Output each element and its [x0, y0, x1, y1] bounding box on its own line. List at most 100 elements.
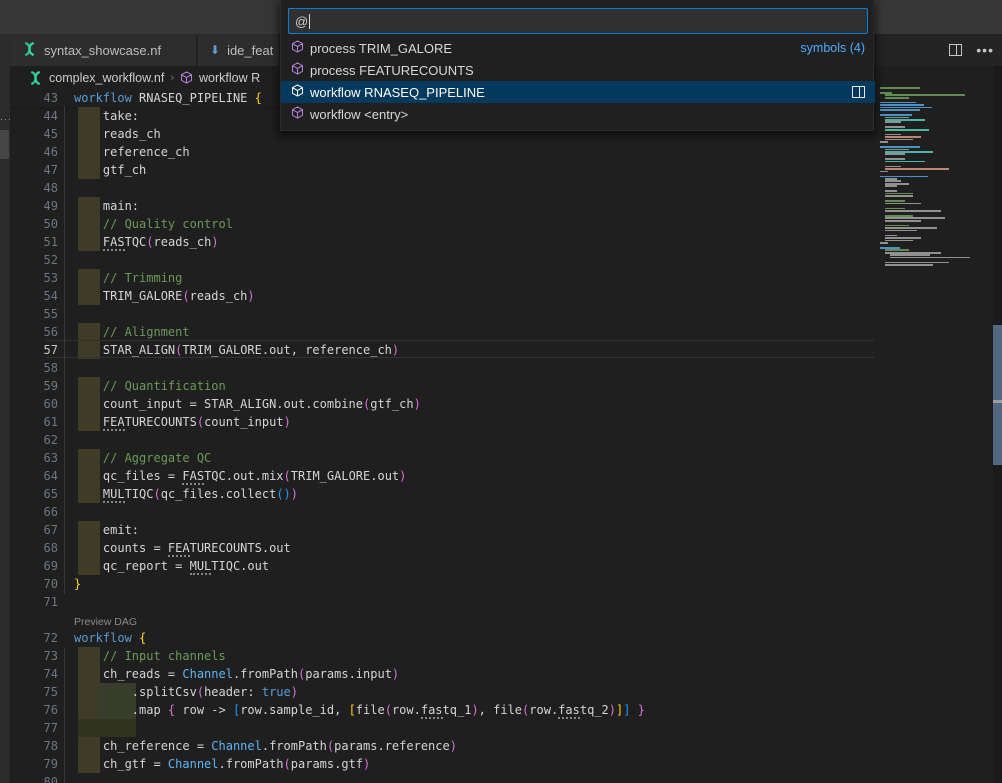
split-editor-icon[interactable]: [949, 44, 962, 56]
minimap-line: [885, 240, 913, 242]
code-line-79[interactable]: 79 ch_gtf = Channel.fromPath(params.gtf): [10, 755, 878, 773]
scrollbar-decoration: [993, 400, 1002, 403]
code-line-56[interactable]: 56 // Alignment: [10, 323, 878, 341]
minimap-line: [880, 171, 888, 173]
minimap-line: [885, 208, 905, 210]
symbol-cube-icon: [291, 106, 304, 122]
tab-ide_feat[interactable]: ⬇ide_feat: [198, 34, 280, 66]
minimap-line: [885, 203, 921, 205]
code-text: qc_report = MULTIQC.out: [74, 557, 269, 575]
code-line-73[interactable]: 73 // Input channels: [10, 647, 878, 665]
minimap-line: [885, 166, 901, 168]
more-actions-icon[interactable]: •••: [976, 42, 994, 58]
code-line-53[interactable]: 53 // Trimming: [10, 269, 878, 287]
minimap-line: [885, 215, 913, 217]
overflow-menu-icon[interactable]: ···: [0, 114, 10, 124]
code-line-66[interactable]: 66: [10, 503, 878, 521]
line-number: 80: [10, 773, 58, 783]
code-line-48[interactable]: 48: [10, 179, 878, 197]
quickpick-input[interactable]: @: [288, 8, 868, 34]
code-line-74[interactable]: 74 ch_reads = Channel.fromPath(params.in…: [10, 665, 878, 683]
line-number: 48: [10, 179, 58, 197]
line-number: 65: [10, 485, 58, 503]
code-line-47[interactable]: 47 gtf_ch: [10, 161, 878, 179]
line-number: 69: [10, 557, 58, 575]
code-line-54[interactable]: 54 TRIM_GALORE(reads_ch): [10, 287, 878, 305]
code-editor[interactable]: 43workflow RNASEQ_PIPELINE {44 take:45 r…: [10, 89, 878, 783]
code-line-76[interactable]: 76 .map { row -> [row.sample_id, [file(r…: [10, 701, 878, 719]
tab-syntax_showcase.nf[interactable]: syntax_showcase.nf: [10, 34, 197, 66]
minimap-line: [885, 237, 921, 239]
line-number: 75: [10, 683, 58, 701]
code-line-75[interactable]: 75 .splitCsv(header: true): [10, 683, 878, 701]
code-line-71[interactable]: 71: [10, 593, 878, 611]
minimap[interactable]: [878, 66, 993, 783]
code-text: qc_files = FASTQC.out.mix(TRIM_GALORE.ou…: [74, 467, 406, 485]
code-line-57[interactable]: 57 STAR_ALIGN(TRIM_GALORE.out, reference…: [10, 341, 878, 359]
code-text: MULTIQC(qc_files.collect()): [74, 485, 298, 503]
quickpick-item[interactable]: workflow RNASEQ_PIPELINE: [281, 81, 875, 103]
code-line-67[interactable]: 67 emit:: [10, 521, 878, 539]
code-line-64[interactable]: 64 qc_files = FASTQC.out.mix(TRIM_GALORE…: [10, 467, 878, 485]
code-text: FEATURECOUNTS(count_input): [74, 413, 291, 431]
quickpick-item[interactable]: workflow <entry>: [281, 103, 875, 125]
breadcrumb-file[interactable]: complex_workflow.nf: [49, 71, 164, 85]
panel-drag-handle[interactable]: [0, 130, 9, 159]
minimap-line: [885, 227, 937, 229]
line-number: 49: [10, 197, 58, 215]
breadcrumb-symbol[interactable]: workflow R: [199, 71, 260, 85]
code-line-49[interactable]: 49 main:: [10, 197, 878, 215]
code-text: ch_gtf = Channel.fromPath(params.gtf): [74, 755, 370, 773]
code-line-61[interactable]: 61 FEATURECOUNTS(count_input): [10, 413, 878, 431]
code-text: STAR_ALIGN(TRIM_GALORE.out, reference_ch…: [74, 341, 399, 359]
line-number: 67: [10, 521, 58, 539]
quickpick-item-label: process TRIM_GALORE: [310, 41, 452, 56]
code-text: // Quantification: [74, 377, 226, 395]
minimap-line: [885, 121, 901, 123]
minimap-line: [885, 119, 925, 121]
code-line-58[interactable]: 58: [10, 359, 878, 377]
code-text: reads_ch: [74, 125, 161, 143]
code-text: }: [74, 575, 81, 593]
code-line-63[interactable]: 63 // Aggregate QC: [10, 449, 878, 467]
code-line-50[interactable]: 50 // Quality control: [10, 215, 878, 233]
line-number: 62: [10, 431, 58, 449]
code-line-46[interactable]: 46 reference_ch: [10, 143, 878, 161]
quickpick-item[interactable]: process TRIM_GALOREsymbols (4): [281, 37, 875, 59]
code-line-77[interactable]: 77: [10, 719, 878, 737]
code-line-59[interactable]: 59 // Quantification: [10, 377, 878, 395]
symbol-cube-icon: [291, 40, 304, 56]
line-number: 78: [10, 737, 58, 755]
minimap-line: [885, 168, 949, 170]
code-line-72[interactable]: 72workflow {: [10, 629, 878, 647]
codelens-row[interactable]: Preview DAG: [10, 611, 878, 629]
code-line-78[interactable]: 78 ch_reference = Channel.fromPath(param…: [10, 737, 878, 755]
code-line-80[interactable]: 80: [10, 773, 878, 783]
download-arrow-icon: ⬇: [210, 44, 220, 56]
minimap-line: [890, 257, 970, 259]
line-number: 76: [10, 701, 58, 719]
code-line-70[interactable]: 70}: [10, 575, 878, 593]
code-line-60[interactable]: 60 count_input = STAR_ALIGN.out.combine(…: [10, 395, 878, 413]
code-text: // Trimming: [74, 269, 182, 287]
line-number: 71: [10, 593, 58, 611]
minimap-line: [885, 126, 905, 128]
code-line-52[interactable]: 52: [10, 251, 878, 269]
code-text: emit:: [74, 521, 139, 539]
line-number: 56: [10, 323, 58, 341]
open-to-side-icon[interactable]: [852, 86, 865, 98]
code-line-62[interactable]: 62: [10, 431, 878, 449]
minimap-line: [880, 242, 888, 244]
code-line-65[interactable]: 65 MULTIQC(qc_files.collect()): [10, 485, 878, 503]
code-line-51[interactable]: 51 FASTQC(reads_ch): [10, 233, 878, 251]
symbol-cube-icon: [291, 62, 304, 78]
code-line-68[interactable]: 68 counts = FEATURECOUNTS.out: [10, 539, 878, 557]
minimap-line: [885, 230, 917, 232]
minimap-line: [880, 104, 924, 106]
symbol-cube-icon: [291, 84, 304, 100]
code-line-55[interactable]: 55: [10, 305, 878, 323]
code-line-69[interactable]: 69 qc_report = MULTIQC.out: [10, 557, 878, 575]
minimap-line: [885, 225, 909, 227]
quickpick-item[interactable]: process FEATURECOUNTS: [281, 59, 875, 81]
scrollbar-thumb[interactable]: [993, 325, 1002, 465]
